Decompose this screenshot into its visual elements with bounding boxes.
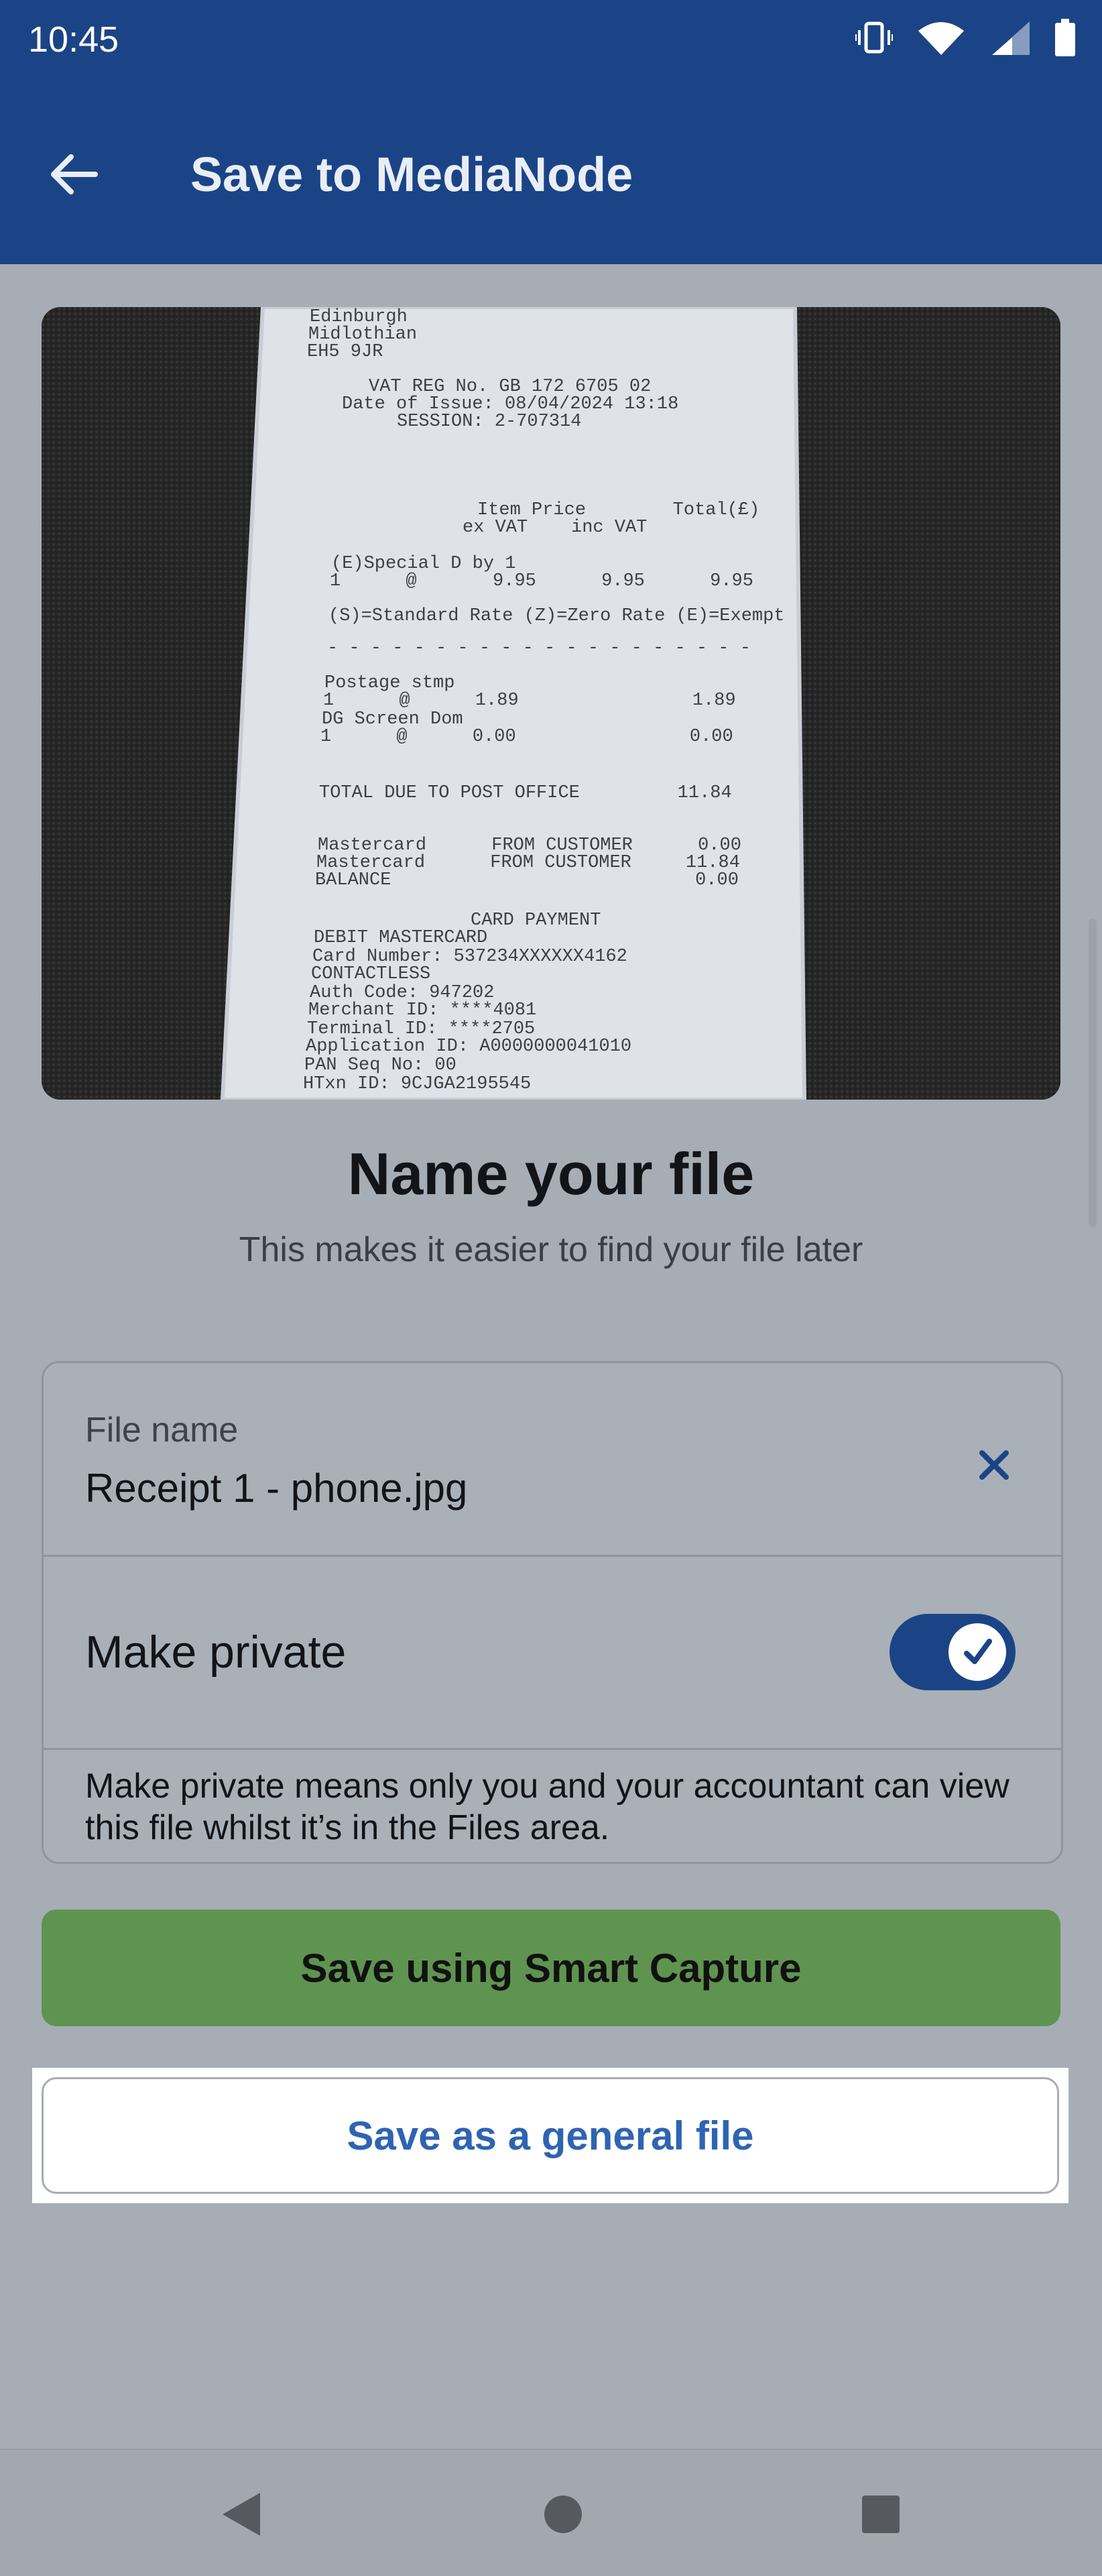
receipt-line: TOTAL DUE TO POST OFFICE 11.84: [319, 783, 732, 803]
receipt-line: HTxn ID: 9CJGA2195545: [303, 1074, 532, 1094]
system-nav-bar: [0, 2449, 1102, 2576]
receipt-line: Mastercard FROM CUSTOMER 0.00: [318, 835, 741, 856]
save-general-file-button[interactable]: Save as a general file: [42, 2077, 1059, 2194]
receipt-line: CARD PAYMENT: [471, 911, 601, 931]
battery-icon: [1055, 19, 1075, 56]
clear-file-name-button[interactable]: [967, 1438, 1021, 1492]
receipt-line: 1 @ 0.00 0.00: [320, 727, 733, 747]
receipt-image: Edinburgh Midlothian EH5 9JR VAT REG No.…: [42, 307, 1060, 1100]
circle-home-icon: [544, 2496, 582, 2533]
receipt-line: Edinburgh: [310, 307, 408, 327]
row-divider: [44, 1748, 1061, 1750]
receipt-line: Merchant ID: ****4081: [308, 1000, 537, 1020]
receipt-line: Terminal ID: ****2705: [307, 1019, 536, 1039]
check-icon: [964, 1639, 992, 1664]
vibrate-icon: [855, 21, 893, 54]
receipt-line: Postage stmp: [324, 673, 455, 693]
receipt-line: (S)=Standard Rate (Z)=Zero Rate (E)=Exem…: [328, 606, 785, 626]
signal-icon: [992, 21, 1030, 55]
back-button[interactable]: [42, 142, 106, 207]
receipt-line: EH5 9JR: [307, 342, 383, 362]
status-time: 10:45: [28, 19, 119, 60]
nav-home-button[interactable]: [536, 2487, 590, 2541]
receipt-line: DEBIT MASTERCARD: [314, 928, 488, 948]
make-private-help-text: Make private means only you and your acc…: [85, 1767, 1009, 1847]
nav-recents-button[interactable]: [854, 2487, 908, 2541]
close-icon: [979, 1450, 1009, 1480]
nav-back-button[interactable]: [216, 2487, 269, 2541]
receipt-line: ex VAT inc VAT: [463, 518, 648, 538]
save-smart-capture-button[interactable]: Save using Smart Capture: [42, 1910, 1060, 2026]
make-private-label: Make private: [85, 1627, 347, 1678]
page-title: Name your file: [347, 1140, 755, 1207]
wifi-icon: [918, 22, 964, 55]
row-divider: [44, 1555, 1061, 1557]
receipt-line: Item Price Total(£): [477, 500, 760, 520]
receipt-line: Application ID: A0000000041010: [306, 1037, 632, 1057]
file-form-card: File name Receipt 1 - phone.jpg Make pri…: [42, 1361, 1063, 1864]
square-recents-icon: [862, 2496, 900, 2533]
page-subtitle: This makes it easier to find your file l…: [239, 1230, 863, 1269]
receipt-line: Midlothian: [308, 325, 418, 345]
receipt-line: Auth Code: 947202: [310, 983, 495, 1003]
arrow-back-icon: [51, 154, 98, 194]
receipt-line: Mastercard FROM CUSTOMER 11.84: [316, 853, 740, 873]
make-private-toggle[interactable]: [890, 1614, 1016, 1690]
toggle-knob: [948, 1623, 1006, 1681]
status-bar: 10:45: [0, 0, 1102, 86]
scrollbar[interactable]: [1089, 919, 1097, 1227]
receipt-line: 1 @ 1.89 1.89: [323, 691, 736, 711]
receipt-line: SESSION: 2-707314: [397, 412, 582, 432]
app-bar: Save to MediaNode: [0, 86, 1102, 264]
file-name-input[interactable]: Receipt 1 - phone.jpg: [85, 1465, 467, 1511]
triangle-back-icon: [223, 2493, 260, 2536]
receipt-line: VAT REG No. GB 172 6705 02: [369, 377, 652, 397]
status-icons: [855, 19, 1075, 56]
file-name-label: File name: [85, 1411, 239, 1450]
receipt-line: Card Number: 537234XXXXXX4162: [312, 947, 627, 967]
receipt-line: DG Screen Dom: [322, 709, 463, 729]
receipt-line: CONTACTLESS: [311, 964, 431, 984]
receipt-line: Date of Issue: 08/04/2024 13:18: [342, 394, 679, 414]
receipt-line: BALANCE 0.00: [315, 870, 739, 890]
receipt-line: 1 @ 9.95 9.95 9.95: [330, 571, 753, 591]
receipt-line: (E)Special D by 1: [331, 554, 516, 574]
receipt-line: - - - - - - - - - - - - - - - - - - - -: [327, 638, 751, 658]
app-title: Save to MediaNode: [190, 148, 633, 202]
receipt-line: PAN Seq No: 00: [304, 1055, 456, 1075]
receipt-text: Edinburgh Midlothian EH5 9JR VAT REG No.…: [303, 307, 819, 1100]
general-file-highlight: Save as a general file: [32, 2068, 1068, 2203]
